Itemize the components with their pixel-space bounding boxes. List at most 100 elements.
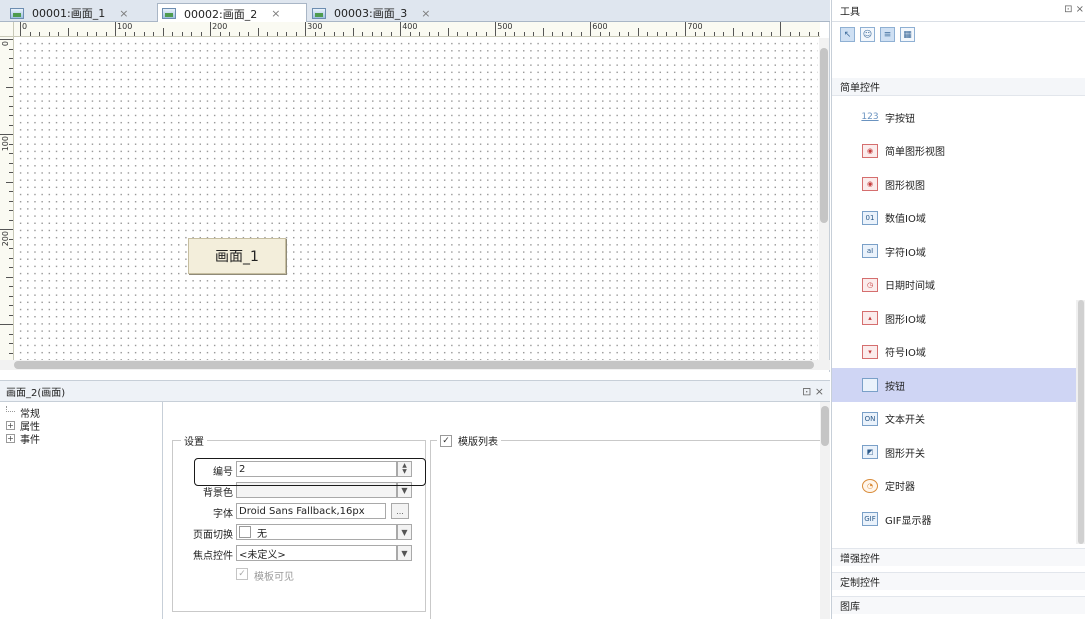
ruler-tick bbox=[732, 28, 734, 36]
user-icon[interactable]: ☺ bbox=[860, 27, 875, 42]
ruler-tick bbox=[9, 343, 13, 345]
ruler-tick bbox=[419, 32, 421, 36]
vertical-ruler: 0 100 200 bbox=[0, 37, 14, 360]
tool-item[interactable]: ▴ 图形IO域 bbox=[832, 301, 1076, 335]
close-icon[interactable]: × bbox=[421, 7, 430, 20]
ruler-tick bbox=[818, 32, 820, 36]
expand-icon[interactable]: + bbox=[6, 434, 15, 443]
ruler-tick bbox=[637, 28, 639, 36]
section-custom-controls[interactable]: 定制控件 bbox=[832, 572, 1085, 590]
tool-item[interactable]: ◷ 日期时间域 bbox=[832, 268, 1076, 302]
scrollbar-thumb[interactable] bbox=[820, 48, 828, 223]
tab-screen-2[interactable]: 00002:画面_2 × bbox=[157, 3, 307, 23]
ruler-tick bbox=[229, 32, 231, 36]
ruler-tick bbox=[153, 32, 155, 36]
section-library[interactable]: 图库 bbox=[832, 596, 1085, 614]
ruler-tick bbox=[789, 32, 791, 36]
focus-control-label: 焦点控件 bbox=[193, 551, 233, 562]
numeric-io-field-icon: 01 bbox=[862, 210, 878, 225]
ruler-tick bbox=[9, 124, 13, 126]
tool-item[interactable]: ◔ 定时器 bbox=[832, 469, 1076, 503]
list-view-icon[interactable]: ≡ bbox=[880, 27, 895, 42]
ruler-tick bbox=[210, 22, 212, 36]
tool-item[interactable]: ◉ 图形视图 bbox=[832, 167, 1076, 201]
ruler-tick bbox=[495, 22, 497, 36]
ruler-tick bbox=[105, 32, 107, 36]
expand-icon[interactable]: + bbox=[6, 421, 15, 430]
tool-item[interactable]: 按钮 bbox=[832, 368, 1076, 402]
properties-scrollbar[interactable] bbox=[820, 402, 830, 619]
page-switch-select[interactable]: 无 bbox=[236, 524, 397, 540]
scrollbar-thumb[interactable] bbox=[821, 406, 829, 446]
font-browse-button[interactable]: ... bbox=[391, 503, 409, 519]
ruler-tick bbox=[0, 39, 13, 40]
ruler-tick bbox=[628, 32, 630, 36]
section-simple-controls[interactable]: 简单控件 bbox=[832, 78, 1085, 96]
chevron-down-icon[interactable]: ▼ bbox=[397, 545, 412, 561]
properties-title: 画面_2(画面) bbox=[6, 387, 66, 399]
ruler-tick bbox=[9, 162, 13, 164]
tree-item-events[interactable]: + 事件 bbox=[6, 432, 156, 446]
tool-item[interactable]: ◉ 简单图形视图 bbox=[832, 134, 1076, 168]
tool-item[interactable]: 01 数值IO域 bbox=[832, 201, 1076, 235]
focus-control-select[interactable]: <未定义> bbox=[236, 545, 397, 561]
section-enhanced-controls[interactable]: 增强控件 bbox=[832, 548, 1085, 566]
ruler-tick bbox=[780, 22, 782, 36]
ruler-tick bbox=[656, 32, 658, 36]
page-switch-checkbox[interactable] bbox=[239, 526, 251, 538]
chevron-down-icon[interactable]: ▼ bbox=[397, 524, 412, 540]
ruler-tick bbox=[6, 181, 13, 183]
ruler-tick bbox=[77, 32, 79, 36]
ruler-tick bbox=[466, 32, 468, 36]
grid-view-icon[interactable]: ▦ bbox=[900, 27, 915, 42]
screen-1-button[interactable]: 画面_1 bbox=[188, 238, 286, 274]
scrollbar-thumb[interactable] bbox=[1078, 300, 1084, 544]
ruler-tick bbox=[438, 32, 440, 36]
properties-panel-header: 画面_2(画面) ⊡ × bbox=[0, 380, 830, 402]
graphic-io-field-icon: ▴ bbox=[862, 311, 878, 325]
ruler-tick bbox=[9, 295, 13, 297]
toolbox-scrollbar[interactable] bbox=[1076, 300, 1085, 544]
tool-item[interactable]: ◩ 图形开关 bbox=[832, 435, 1076, 469]
font-field[interactable]: Droid Sans Fallback,16px bbox=[236, 503, 386, 519]
ruler-tick bbox=[761, 32, 763, 36]
pointer-icon[interactable]: ↖ bbox=[840, 27, 855, 42]
ruler-tick bbox=[48, 32, 50, 36]
ruler-tick bbox=[305, 22, 307, 36]
ruler-tick bbox=[6, 86, 13, 88]
close-icon[interactable]: × bbox=[271, 7, 280, 20]
ruler-label: 200 bbox=[1, 231, 10, 247]
canvas-vertical-scrollbar[interactable] bbox=[819, 38, 829, 360]
tool-item-label: 字符IO域 bbox=[885, 247, 926, 259]
tab-screen-1[interactable]: 00001:画面_1 × bbox=[6, 4, 128, 22]
tool-item[interactable]: 123 字按钮 bbox=[832, 100, 1076, 134]
screen-icon bbox=[10, 7, 24, 19]
ruler-tick bbox=[9, 219, 13, 221]
tool-item-label: 文本开关 bbox=[885, 415, 925, 426]
ruler-tick bbox=[58, 32, 60, 36]
panel-window-controls[interactable]: ⊡ × bbox=[1064, 4, 1084, 15]
number-field-highlight bbox=[194, 458, 426, 486]
close-icon[interactable]: × bbox=[119, 7, 128, 20]
ruler-tick bbox=[799, 32, 801, 36]
ruler-tick bbox=[400, 22, 402, 36]
text-switch-icon: ON bbox=[862, 411, 878, 426]
simple-graphic-view-icon: ◉ bbox=[862, 143, 878, 158]
ruler-tick bbox=[96, 32, 98, 36]
tool-item[interactable]: GIF GIF显示器 bbox=[832, 502, 1076, 536]
ruler-tick bbox=[9, 153, 13, 155]
template-list-checkbox[interactable]: ✓ bbox=[440, 434, 452, 447]
scrollbar-thumb[interactable] bbox=[14, 361, 814, 369]
ruler-tick bbox=[808, 32, 810, 36]
screen-icon bbox=[162, 8, 176, 19]
ruler-tick bbox=[590, 22, 592, 36]
tool-item[interactable]: ON 文本开关 bbox=[832, 402, 1076, 436]
canvas-horizontal-scrollbar[interactable] bbox=[0, 360, 830, 370]
tool-item[interactable]: ▾ 符号IO域 bbox=[832, 335, 1076, 369]
design-canvas[interactable]: 画面_1 bbox=[15, 38, 818, 360]
tab-screen-3[interactable]: 00003:画面_3 × bbox=[308, 4, 430, 22]
panel-window-controls[interactable]: ⊡ × bbox=[802, 385, 824, 398]
ruler-tick bbox=[713, 32, 715, 36]
ruler-tick bbox=[770, 32, 772, 36]
tool-item[interactable]: aI 字符IO域 bbox=[832, 234, 1076, 268]
